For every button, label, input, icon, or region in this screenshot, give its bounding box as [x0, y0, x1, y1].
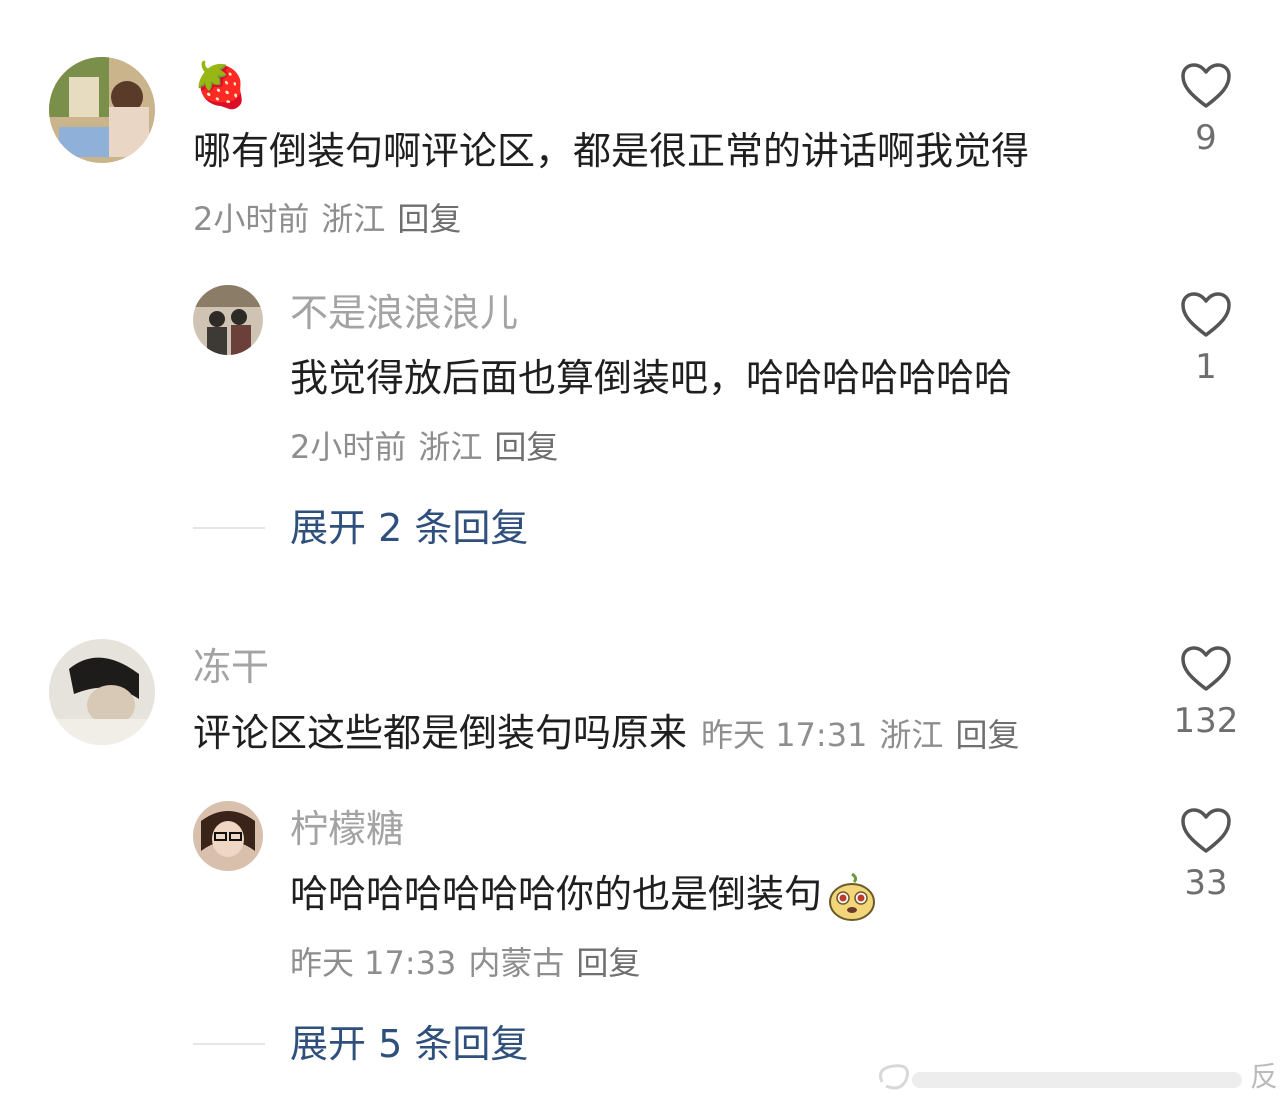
like-button[interactable]: 9 [1161, 62, 1251, 158]
reply-button[interactable]: 回复 [576, 944, 640, 982]
comment-text: 我觉得放后面也算倒装吧，哈哈哈哈哈哈哈 [290, 356, 1013, 400]
watermark-swirl-icon [879, 1064, 1242, 1090]
reply-button[interactable]: 回复 [955, 716, 1019, 754]
comment-text: 哪有倒装句啊评论区，都是很正常的讲话啊我觉得 [193, 129, 1030, 173]
comment-time: 昨天 17:33 [290, 944, 457, 982]
comment-author-name[interactable]: 🍓 [193, 60, 248, 112]
comment-author-name[interactable]: 柠檬糖 [290, 806, 404, 852]
avatar[interactable] [193, 801, 263, 871]
like-button[interactable]: 132 [1161, 645, 1251, 741]
comment-author-name[interactable]: 不是浪浪浪儿 [290, 290, 518, 336]
comment-location: 浙江 [879, 716, 944, 754]
comment-time: 2小时前 [193, 200, 310, 238]
expand-replies-button[interactable]: 展开 2 条回复 [290, 505, 528, 551]
avatar[interactable] [49, 639, 155, 745]
heart-icon [1181, 646, 1231, 691]
comment-text: 评论区这些都是倒装句吗原来 昨天 17:31 浙江 回复 [193, 710, 1031, 758]
comment-location: 内蒙古 [468, 944, 565, 982]
comment-author-name[interactable]: 冻干 [193, 644, 269, 690]
comment-time: 昨天 17:31 [701, 716, 868, 754]
comment-text: 哈哈哈哈哈哈哈你的也是倒装句 [290, 871, 876, 922]
like-count: 9 [1195, 118, 1217, 158]
expand-replies-button[interactable]: 展开 5 条回复 [290, 1021, 528, 1067]
avatar[interactable] [193, 285, 263, 355]
heart-icon [1181, 808, 1231, 853]
like-count: 1 [1195, 347, 1217, 387]
bear-emoji-icon [829, 872, 876, 921]
divider [193, 1043, 265, 1045]
comment-location: 浙江 [321, 200, 386, 238]
comment-text-content: 哈哈哈哈哈哈哈你的也是倒装句 [290, 872, 823, 916]
comment-meta: 昨天 17:33 内蒙古 回复 [290, 943, 652, 983]
comment-meta: 2小时前 浙江 回复 [193, 199, 473, 239]
comment-time: 2小时前 [290, 428, 407, 466]
like-button[interactable]: 1 [1161, 291, 1251, 387]
reply-button[interactable]: 回复 [397, 200, 461, 238]
like-count: 132 [1173, 701, 1239, 741]
divider [193, 527, 265, 529]
avatar[interactable] [49, 57, 155, 163]
comment-text-content: 评论区这些都是倒装句吗原来 [193, 711, 688, 755]
comment-meta: 2小时前 浙江 回复 [290, 427, 570, 467]
like-button[interactable]: 33 [1161, 807, 1251, 903]
comment-meta: 昨天 17:31 浙江 回复 [701, 716, 1031, 754]
watermark: 反 [872, 1058, 1284, 1098]
comment-location: 浙江 [418, 428, 483, 466]
heart-icon [1181, 292, 1231, 337]
reply-button[interactable]: 回复 [494, 428, 558, 466]
watermark-text: 反 [1250, 1060, 1279, 1093]
like-count: 33 [1184, 863, 1228, 903]
heart-icon [1181, 63, 1231, 108]
